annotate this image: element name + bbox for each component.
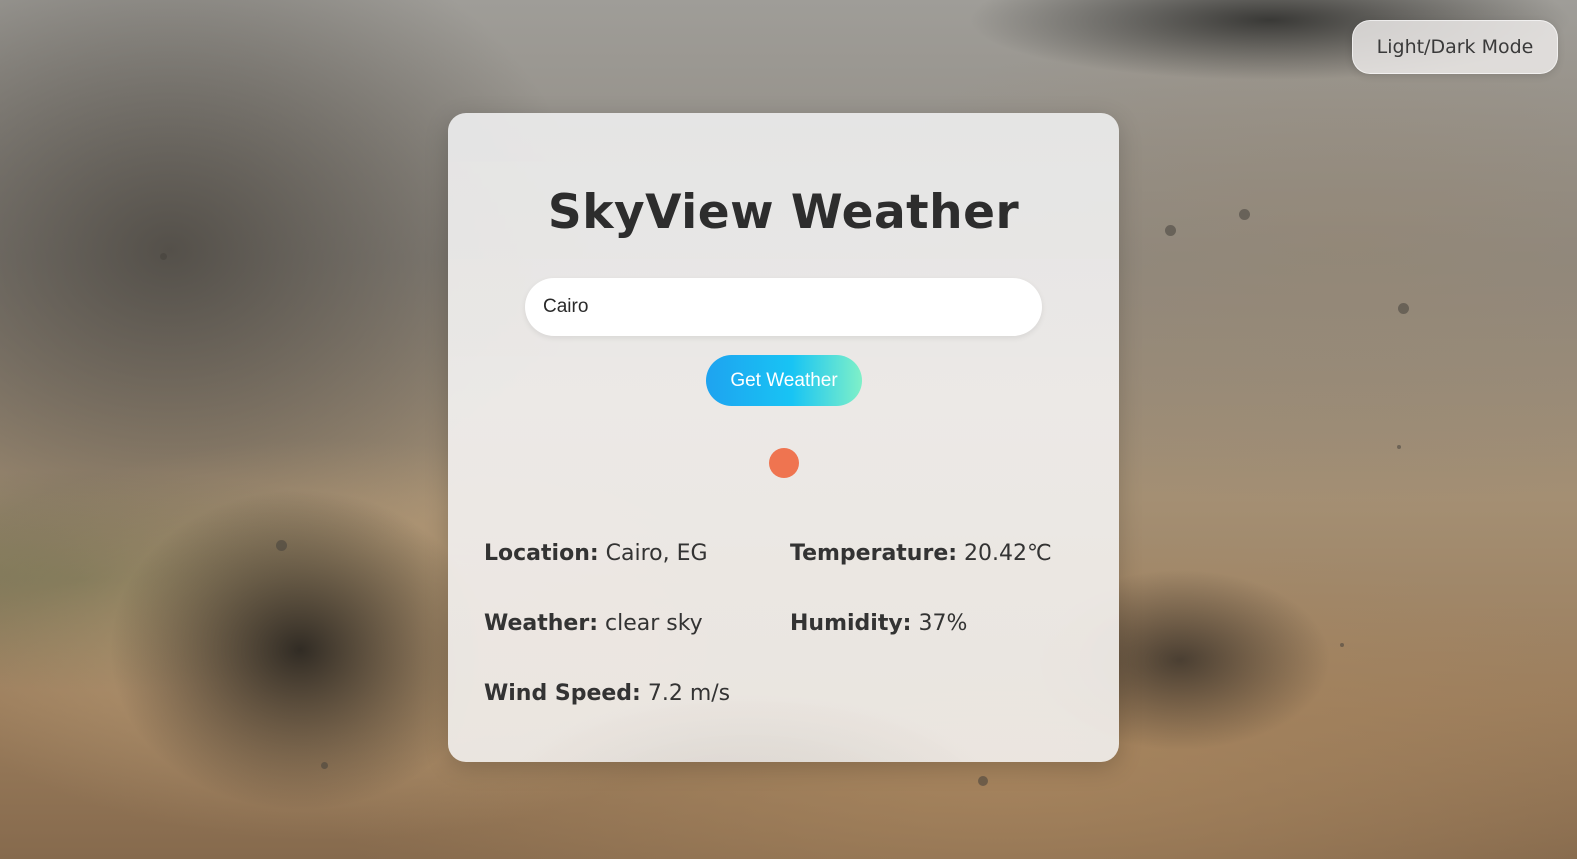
- wind-speed-value: 7.2 m/s: [647, 681, 731, 706]
- weather-row: Weather: clear sky: [484, 611, 703, 636]
- wind-speed-row: Wind Speed: 7.2 m/s: [484, 681, 730, 706]
- temperature-row: Temperature: 20.42℃: [790, 541, 1052, 566]
- get-weather-button[interactable]: Get Weather: [706, 355, 862, 406]
- floating-particle: [1397, 445, 1401, 449]
- humidity-row: Humidity: 37%: [790, 611, 967, 636]
- wind-speed-label: Wind Speed:: [484, 681, 641, 706]
- floating-particle: [276, 540, 287, 551]
- floating-particle: [1398, 303, 1409, 314]
- location-label: Location:: [484, 541, 599, 566]
- humidity-label: Humidity:: [790, 611, 912, 636]
- weather-card: SkyView Weather Get Weather Location: Ca…: [448, 113, 1119, 762]
- location-row: Location: Cairo, EG: [484, 541, 708, 566]
- city-search-input[interactable]: [525, 278, 1042, 336]
- app-title: SkyView Weather: [547, 185, 1020, 240]
- floating-particle: [978, 776, 988, 786]
- sun-icon: [769, 448, 799, 478]
- weather-value: clear sky: [605, 611, 703, 636]
- temperature-value: 20.42℃: [964, 541, 1052, 566]
- weather-label: Weather:: [484, 611, 598, 636]
- floating-particle: [1165, 225, 1176, 236]
- location-value: Cairo, EG: [605, 541, 708, 566]
- light-dark-mode-button[interactable]: Light/Dark Mode: [1352, 20, 1558, 74]
- temperature-label: Temperature:: [790, 541, 958, 566]
- floating-particle: [1239, 209, 1250, 220]
- humidity-value: 37%: [918, 611, 968, 636]
- floating-particle: [1340, 643, 1344, 647]
- floating-particle: [160, 253, 167, 260]
- floating-particle: [321, 762, 328, 769]
